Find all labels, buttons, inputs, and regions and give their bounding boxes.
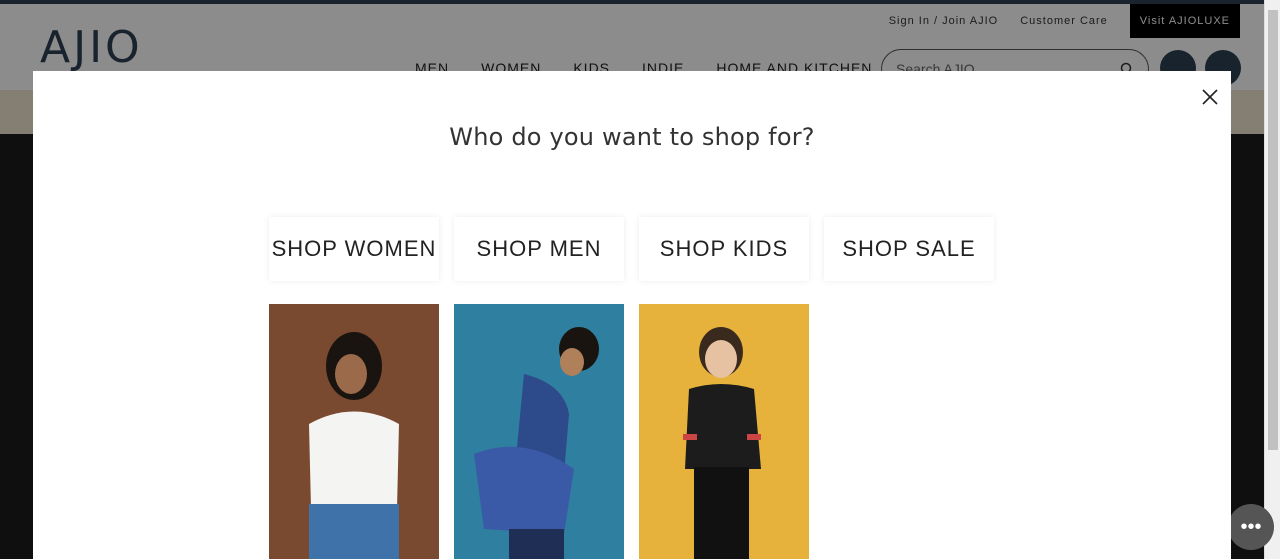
scrollbar-thumb[interactable] <box>1268 10 1278 450</box>
modal-title: Who do you want to shop for? <box>449 123 815 151</box>
shop-men-button[interactable]: SHOP MEN <box>454 217 624 281</box>
shop-for-modal: Who do you want to shop for? SHOP WOMEN … <box>33 71 1231 559</box>
page-scrollbar[interactable] <box>1264 0 1280 559</box>
kids-photo[interactable] <box>639 304 809 559</box>
men-photo[interactable] <box>454 304 624 559</box>
shop-buttons: SHOP WOMEN SHOP MEN SHOP KIDS SHOP SALE <box>269 217 994 281</box>
shop-kids-button[interactable]: SHOP KIDS <box>639 217 809 281</box>
chat-icon[interactable]: ••• <box>1228 504 1274 550</box>
women-photo[interactable] <box>269 304 439 559</box>
shop-women-button[interactable]: SHOP WOMEN <box>269 217 439 281</box>
shop-sale-button[interactable]: SHOP SALE <box>824 217 994 281</box>
close-icon[interactable] <box>1200 87 1220 107</box>
category-images <box>269 304 809 559</box>
